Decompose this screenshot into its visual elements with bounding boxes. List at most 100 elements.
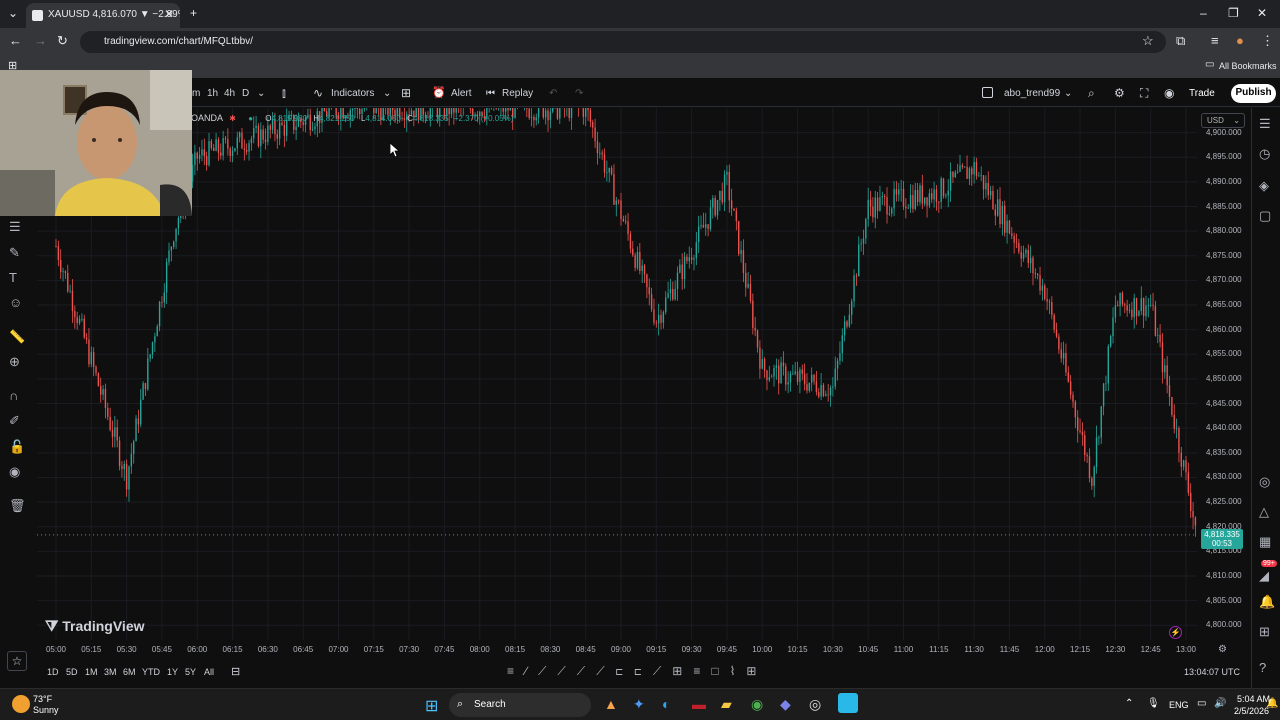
chat-icon[interactable]: ▢	[1259, 208, 1271, 224]
camera-snapshot-icon[interactable]: ◉	[1164, 86, 1174, 100]
quick-search-icon[interactable]: ⌕	[1088, 86, 1095, 101]
lightning-icon[interactable]: ⚡	[1169, 626, 1182, 639]
alerts-clock-icon[interactable]: ◷	[1259, 146, 1270, 162]
candle-body	[599, 152, 601, 154]
range-3m[interactable]: 3M	[104, 667, 117, 677]
range-6m[interactable]: 6M	[123, 667, 136, 677]
indicators-dropdown-icon[interactable]: ⌄	[383, 88, 391, 99]
browser-menu-icon[interactable]: ⋮	[1261, 33, 1274, 49]
range-all[interactable]: All	[204, 667, 214, 677]
range-1d[interactable]: 1D	[47, 667, 59, 677]
goto-date-icon[interactable]: ⊟	[231, 665, 240, 678]
price-chart[interactable]	[37, 108, 1197, 640]
alert-button[interactable]: Alert	[451, 88, 472, 99]
range-1y[interactable]: 1Y	[167, 667, 178, 677]
price-axis[interactable]: USD ⌄ 4,900.000 4,895.000 4,890.000 4,885.0…	[1199, 108, 1249, 640]
tradingview-app-icon[interactable]	[838, 693, 858, 713]
currency-selector[interactable]: USD ⌄	[1201, 113, 1245, 128]
lock-icon[interactable]: 🔓	[9, 439, 25, 455]
extensions-icon[interactable]: ⧉	[1176, 33, 1185, 49]
tab-search-icon[interactable]: ⌄	[8, 6, 18, 20]
close-tab-icon[interactable]: ✕	[164, 7, 174, 21]
visibility-eye-icon[interactable]: ◉	[9, 464, 20, 480]
microphone-icon[interactable]: 🎙	[1147, 698, 1160, 709]
weather-condition[interactable]: Sunny	[33, 705, 59, 715]
browser-tab[interactable]: XAUUSD 4,816.070 ▼ −2.99% u ✕	[26, 3, 180, 28]
interval-minutes[interactable]: m	[192, 88, 200, 99]
interval-4h[interactable]: 4h	[224, 88, 235, 99]
drawing-tools-bar[interactable]: ≡∕⟋⟋⟋⟋⊏⊏⟋⊞≡□⌇⊞	[507, 664, 852, 682]
interval-dropdown-icon[interactable]: ⌄	[257, 88, 265, 99]
interval-d[interactable]: D	[242, 88, 249, 99]
taskbar-search[interactable]: ⌕ Search	[449, 693, 591, 717]
file-explorer-icon[interactable]: ▰	[721, 696, 732, 713]
teams-icon[interactable]: ◆	[780, 696, 791, 713]
close-window-icon[interactable]: ✕	[1257, 6, 1267, 20]
copilot-icon[interactable]: ✦	[633, 696, 645, 713]
axis-settings-gear-icon[interactable]: ⚙	[1218, 644, 1227, 655]
media-icon[interactable]: ≡	[1211, 33, 1219, 48]
time-axis[interactable]: 05:00 05:15 05:30 05:45 06:00 06:15 06:30 06:45…	[37, 640, 1197, 658]
network-icon[interactable]: ▭	[1197, 698, 1206, 709]
range-5d[interactable]: 5D	[66, 667, 78, 677]
language-indicator[interactable]: ENG	[1169, 700, 1189, 710]
target-icon[interactable]: ◎	[1259, 474, 1270, 490]
weather-temp[interactable]: 73°F	[33, 694, 52, 704]
watchlist-icon[interactable]: ☰	[1259, 116, 1271, 132]
templates-icon[interactable]: ⊞	[401, 86, 411, 100]
volume-icon[interactable]: 🔊	[1214, 698, 1226, 709]
app-pinned-2-icon[interactable]: ◎	[809, 696, 821, 713]
brush-tool-icon[interactable]: ✎	[9, 245, 20, 261]
calendar-icon[interactable]: ▦	[1259, 534, 1271, 550]
layers-icon[interactable]: ◈	[1259, 178, 1269, 194]
magnet-tool-icon[interactable]: ∩	[9, 388, 18, 403]
tray-chevron-icon[interactable]: ⌃	[1125, 698, 1133, 709]
chrome-icon[interactable]: ◉	[751, 696, 763, 713]
bookmark-star-icon[interactable]: ☆	[1142, 33, 1154, 49]
replay-button[interactable]: Replay	[502, 88, 533, 99]
back-icon[interactable]: ←	[9, 33, 22, 48]
url-input[interactable]: tradingview.com/chart/MFQLtbbv/	[80, 31, 1166, 53]
restore-icon[interactable]: ❐	[1228, 6, 1239, 20]
help-icon[interactable]: ?	[1259, 660, 1266, 675]
windows-start-icon[interactable]: ⊞	[425, 696, 438, 716]
range-ytd[interactable]: YTD	[142, 667, 160, 677]
minimize-icon[interactable]: –	[1200, 6, 1207, 20]
range-5y[interactable]: 5Y	[185, 667, 196, 677]
favorites-star-icon[interactable]: ☆	[7, 651, 27, 671]
publish-button[interactable]: Publish	[1231, 84, 1276, 103]
utc-clock[interactable]: 13:04:07 UTC	[1184, 667, 1240, 677]
megaphone-icon[interactable]: ◢	[1259, 568, 1269, 584]
settings-gear-icon[interactable]: ⚙	[1114, 86, 1125, 100]
candle-type-icon[interactable]: ⫾	[282, 86, 286, 101]
taskbar-date[interactable]: 2/5/2026	[1234, 706, 1269, 716]
ruler-tool-icon[interactable]: 📏	[9, 329, 25, 345]
notification-center-icon[interactable]: 🔔	[1266, 698, 1278, 709]
new-tab-icon[interactable]: +	[190, 6, 197, 20]
redo-icon[interactable]: ↷	[575, 88, 583, 99]
layout-dropdown-icon[interactable]: ⌄	[1064, 88, 1072, 99]
fullscreen-icon[interactable]: ⛶	[1140, 86, 1148, 101]
app-pinned-1-icon[interactable]: ▲	[604, 696, 618, 712]
app-pinned-red-icon[interactable]: ▬	[692, 696, 706, 712]
range-1m[interactable]: 1M	[85, 667, 98, 677]
indicators-button[interactable]: Indicators	[331, 88, 374, 99]
trade-button[interactable]: Trade	[1189, 88, 1215, 99]
lock-drawing-icon[interactable]: ✐	[9, 413, 20, 429]
text-tool-icon[interactable]: T	[9, 270, 17, 285]
undo-icon[interactable]: ↶	[549, 88, 557, 99]
apps-icon[interactable]: ⊞	[1259, 624, 1270, 640]
lines-tool-icon[interactable]: ☰	[9, 219, 21, 235]
forward-icon[interactable]: →	[34, 33, 47, 48]
ideas-icon[interactable]: △	[1259, 504, 1269, 520]
edge-icon[interactable]: ◐	[662, 696, 670, 712]
notifications-bell-icon[interactable]: 🔔	[1259, 594, 1275, 610]
layout-name[interactable]: abo_trend99	[1004, 88, 1060, 99]
emoji-tool-icon[interactable]: ☺	[9, 295, 22, 310]
zoom-in-tool-icon[interactable]: ⊕	[9, 354, 20, 370]
trash-icon[interactable]: 🗑	[9, 498, 26, 514]
all-bookmarks-link[interactable]: All Bookmarks	[1219, 61, 1277, 71]
interval-1h[interactable]: 1h	[207, 88, 218, 99]
reload-icon[interactable]: ↻	[57, 33, 68, 49]
profile-avatar-icon[interactable]: ●	[1236, 33, 1244, 48]
